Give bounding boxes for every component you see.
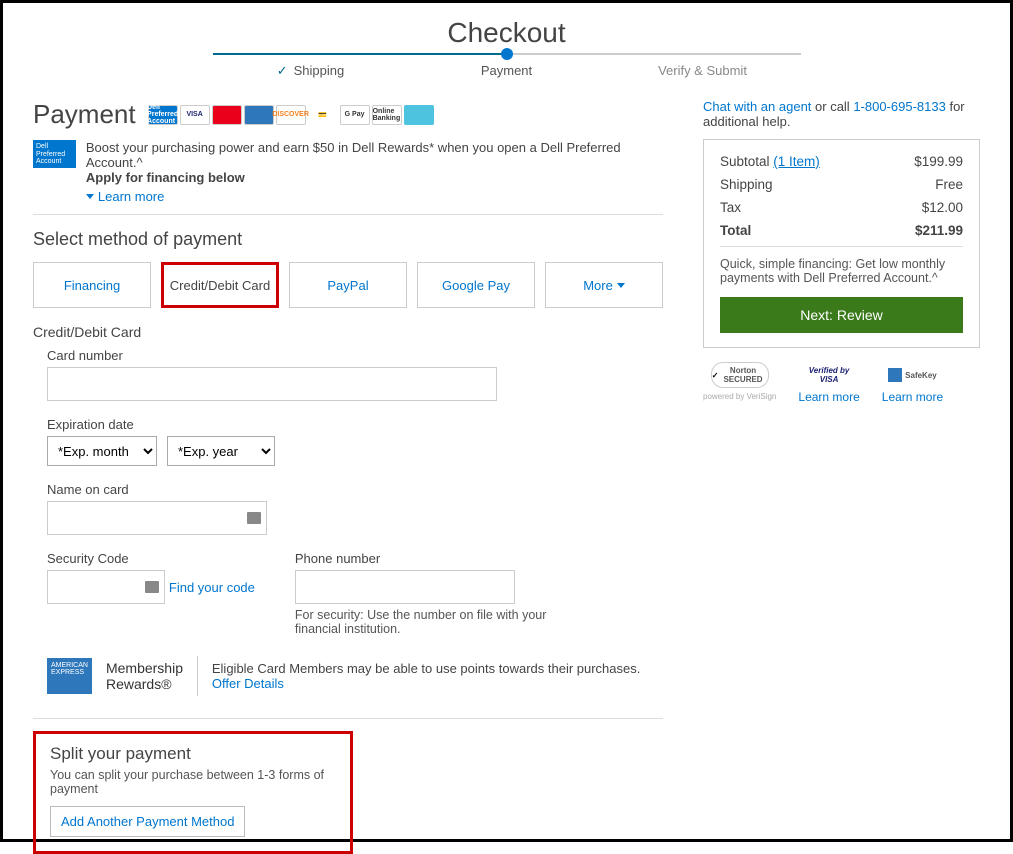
- caret-down-icon: [86, 194, 94, 199]
- amex-icon: [244, 105, 274, 125]
- payment-method-tabs: Financing Credit/Debit Card PayPal Googl…: [33, 262, 663, 308]
- progress-stepper: ✓ Shipping Payment Verify & Submit: [33, 53, 980, 79]
- step-verify-label: Verify & Submit: [605, 63, 801, 78]
- divider: [33, 718, 663, 719]
- help-line: Chat with an agent or call 1-800-695-813…: [703, 99, 980, 129]
- financing-note: Quick, simple financing: Get low monthly…: [720, 246, 963, 285]
- keyboard-icon: [247, 512, 261, 524]
- step-payment-label: Payment: [409, 63, 605, 78]
- trust-badges: ✓Norton SECURED powered by VeriSign Veri…: [703, 362, 980, 404]
- split-payment-box: Split your payment You can split your pu…: [33, 731, 353, 854]
- shipping-value: Free: [935, 177, 963, 192]
- mastercard-icon: [212, 105, 242, 125]
- step-verify: Verify & Submit: [605, 53, 801, 79]
- promo-line1: Boost your purchasing power and earn $50…: [86, 140, 663, 170]
- item-count-link[interactable]: (1 Item): [773, 154, 820, 169]
- split-payment-title: Split your payment: [50, 744, 336, 764]
- split-payment-desc: You can split your purchase between 1-3 …: [50, 768, 336, 796]
- tab-more-label: More: [583, 278, 613, 293]
- security-code-label: Security Code: [47, 551, 255, 566]
- visa-learn-more-link[interactable]: Learn more: [798, 390, 859, 404]
- subtotal-value: $199.99: [914, 154, 963, 169]
- payment-heading: Payment: [33, 99, 136, 130]
- amex-description: Eligible Card Members may be able to use…: [212, 661, 663, 691]
- phone-number-label: Phone number: [295, 551, 575, 566]
- name-on-card-label: Name on card: [47, 482, 663, 497]
- card-number-label: Card number: [47, 348, 663, 363]
- chat-agent-link[interactable]: Chat with an agent: [703, 99, 811, 114]
- step-shipping-label: Shipping: [294, 63, 345, 78]
- learn-more-link[interactable]: Learn more: [86, 189, 164, 204]
- paypal-icon: 💳: [308, 105, 338, 125]
- promo-line2: Apply for financing below: [86, 170, 245, 185]
- online-banking-icon: Online Banking: [372, 105, 402, 125]
- step-shipping[interactable]: ✓ Shipping: [213, 53, 409, 79]
- keyboard-icon: [145, 581, 159, 593]
- tab-google-pay[interactable]: Google Pay: [417, 262, 535, 308]
- summary-total-row: Total $211.99: [720, 223, 963, 238]
- divider: [197, 656, 198, 696]
- dpa-badge-icon: Dell Preferred Account: [33, 140, 76, 168]
- dpa-icon: Dell Preferred Account: [148, 105, 178, 125]
- tax-value: $12.00: [922, 200, 963, 215]
- name-on-card-input[interactable]: [47, 501, 267, 535]
- card-number-input[interactable]: [47, 367, 497, 401]
- tab-paypal[interactable]: PayPal: [289, 262, 407, 308]
- learn-more-label: Learn more: [98, 189, 164, 204]
- exp-month-select[interactable]: *Exp. month: [47, 436, 157, 466]
- accepted-card-icons: Dell Preferred Account VISA DISCOVER 💳 G…: [148, 105, 434, 125]
- amex-badge-icon: AMERICAN EXPRESS: [47, 658, 92, 694]
- add-payment-method-button[interactable]: Add Another Payment Method: [50, 806, 245, 837]
- card-section-title: Credit/Debit Card: [33, 324, 663, 340]
- summary-shipping-row: Shipping Free: [720, 177, 963, 192]
- phone-help-text: For security: Use the number on file wit…: [295, 608, 575, 636]
- tab-financing[interactable]: Financing: [33, 262, 151, 308]
- offer-details-link[interactable]: Offer Details: [212, 676, 284, 691]
- check-icon: ✓: [277, 63, 288, 79]
- page-title: Checkout: [33, 17, 980, 49]
- summary-tax-row: Tax $12.00: [720, 200, 963, 215]
- verified-by-visa-badge: Verified by VISA Learn more: [798, 362, 859, 404]
- find-code-link[interactable]: Find your code: [169, 580, 255, 595]
- expiration-label: Expiration date: [47, 417, 663, 432]
- amex-membership-rewards: Membership Rewards®: [106, 660, 183, 692]
- step-payment: Payment: [409, 53, 605, 79]
- phone-number-input[interactable]: [295, 570, 515, 604]
- gpay-icon: G Pay: [340, 105, 370, 125]
- tab-more[interactable]: More: [545, 262, 663, 308]
- order-summary: Subtotal (1 Item) $199.99 Shipping Free …: [703, 139, 980, 348]
- select-method-heading: Select method of payment: [33, 229, 663, 250]
- safekey-badge: SafeKey Learn more: [882, 362, 943, 404]
- next-review-button[interactable]: Next: Review: [720, 297, 963, 333]
- gift-card-icon: [404, 105, 434, 125]
- norton-badge: ✓Norton SECURED powered by VeriSign: [703, 362, 776, 404]
- tab-credit-debit[interactable]: Credit/Debit Card: [161, 262, 279, 308]
- safekey-learn-more-link[interactable]: Learn more: [882, 390, 943, 404]
- discover-icon: DISCOVER: [276, 105, 306, 125]
- visa-icon: VISA: [180, 105, 210, 125]
- phone-link[interactable]: 1-800-695-8133: [853, 99, 946, 114]
- total-value: $211.99: [915, 223, 963, 238]
- exp-year-select[interactable]: *Exp. year: [167, 436, 275, 466]
- summary-subtotal-row: Subtotal (1 Item) $199.99: [720, 154, 963, 169]
- financing-promo: Dell Preferred Account Boost your purcha…: [33, 140, 663, 215]
- caret-down-icon: [617, 283, 625, 288]
